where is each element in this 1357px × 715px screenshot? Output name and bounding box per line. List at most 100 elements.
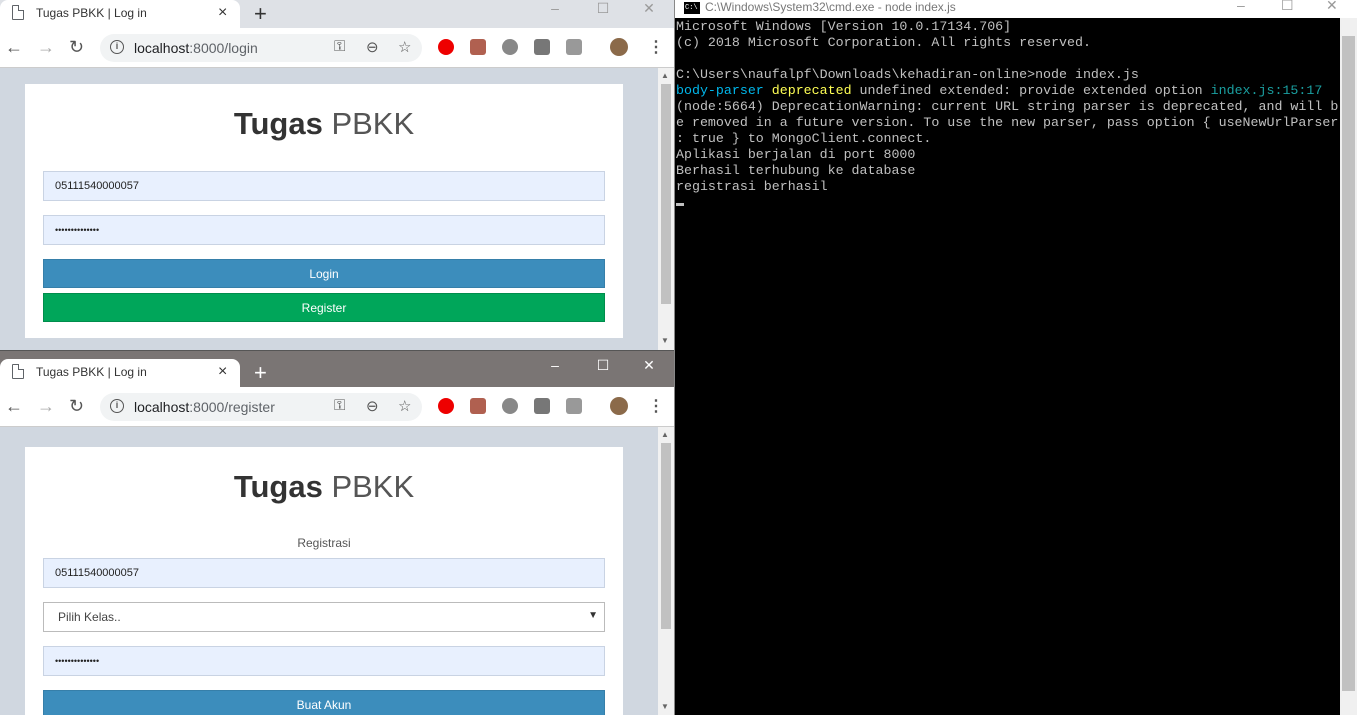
- page-viewport: Tugas PBKK Registrasi 05111540000057 Pil…: [0, 427, 658, 715]
- username-field[interactable]: 05111540000057: [43, 171, 605, 201]
- tab-close-icon[interactable]: ×: [218, 363, 227, 381]
- console-line: Aplikasi berjalan di port 8000: [676, 147, 916, 162]
- scroll-thumb[interactable]: [661, 443, 671, 629]
- tab-strip: Tugas PBKK | Log in × + – ☐ ✕: [0, 0, 674, 28]
- menu-icon[interactable]: ⋮: [648, 37, 664, 57]
- console-line: ​: [676, 51, 1340, 67]
- tab-login[interactable]: Tugas PBKK | Log in ×: [0, 0, 240, 28]
- console-msg: undefined extended: provide extended opt…: [851, 83, 1211, 98]
- opera-extension-icon[interactable]: [438, 398, 454, 414]
- info-icon[interactable]: i: [110, 40, 124, 54]
- address-bar[interactable]: i localhost:8000/login ⚿ ⊖ ☆: [100, 34, 422, 62]
- brand-light: PBKK: [331, 106, 415, 141]
- url-text[interactable]: localhost:8000/login: [134, 40, 258, 56]
- console-line: (node:5664) DeprecationWarning: current …: [676, 99, 1339, 114]
- url-host: localhost: [134, 40, 190, 56]
- pdf-extension-icon[interactable]: [470, 39, 486, 55]
- console-line: Microsoft Windows [Version 10.0.17134.70…: [676, 19, 1012, 34]
- cmd-title: C:\Windows\System32\cmd.exe - node index…: [705, 0, 956, 14]
- cmd-minimize-button[interactable]: –: [1237, 0, 1245, 13]
- cmd-maximize-button[interactable]: ☐: [1281, 0, 1294, 14]
- avatar[interactable]: [610, 397, 628, 415]
- reload-icon[interactable]: ↻: [69, 37, 84, 58]
- page-viewport: Tugas PBKK 05111540000057 ••••••••••••••…: [0, 68, 658, 350]
- key-icon[interactable]: ⚿: [334, 397, 345, 414]
- brand-bold: Tugas: [233, 106, 323, 141]
- page-scrollbar[interactable]: ▲ ▼: [658, 427, 674, 715]
- password-field[interactable]: ••••••••••••••: [43, 646, 605, 676]
- key-icon[interactable]: ⚿: [334, 38, 345, 55]
- settings-extension-icon[interactable]: [502, 39, 518, 55]
- console-line: : true } to MongoClient.connect.: [676, 131, 932, 146]
- minimize-button[interactable]: –: [532, 0, 578, 16]
- login-button[interactable]: Login: [43, 259, 605, 288]
- cmd-window: C:\ C:\Windows\System32\cmd.exe - node i…: [674, 0, 1357, 715]
- maximize-button[interactable]: ☐: [580, 357, 626, 374]
- back-icon[interactable]: ←: [5, 37, 23, 58]
- username-field[interactable]: 05111540000057: [43, 558, 605, 588]
- console-output[interactable]: Microsoft Windows [Version 10.0.17134.70…: [676, 19, 1340, 211]
- zoom-icon[interactable]: ⊖: [366, 38, 379, 56]
- page-icon: [12, 364, 24, 379]
- tab-title: Tugas PBKK | Log in: [36, 365, 147, 379]
- opera-extension-icon[interactable]: [438, 39, 454, 55]
- new-tab-button[interactable]: +: [254, 360, 267, 386]
- back-icon[interactable]: ←: [5, 396, 23, 417]
- class-select-value: Pilih Kelas..: [58, 610, 121, 624]
- info-icon[interactable]: i: [110, 399, 124, 413]
- reload-icon[interactable]: ↻: [69, 396, 84, 417]
- console-line: Berhasil terhubung ke database: [676, 163, 916, 178]
- minimize-button[interactable]: –: [532, 357, 578, 373]
- console-line: (c) 2018 Microsoft Corporation. All righ…: [676, 35, 1091, 50]
- star-icon[interactable]: ☆: [398, 38, 411, 56]
- chat-extension-icon[interactable]: [534, 39, 550, 55]
- url-text[interactable]: localhost:8000/register: [134, 399, 275, 415]
- password-field[interactable]: ••••••••••••••: [43, 215, 605, 245]
- browser-toolbar: ← → ↻ i localhost:8000/register ⚿ ⊖ ☆ ⋮: [0, 387, 674, 427]
- console-line: registrasi berhasil: [676, 179, 828, 194]
- forward-icon[interactable]: →: [37, 396, 55, 417]
- cmd-titlebar: C:\ C:\Windows\System32\cmd.exe - node i…: [675, 0, 1357, 18]
- login-browser-window: Tugas PBKK | Log in × + – ☐ ✕ ← → ↻ i lo…: [0, 0, 674, 350]
- cmd-scrollbar[interactable]: [1340, 18, 1357, 715]
- scroll-up-icon[interactable]: ▲: [661, 430, 669, 439]
- settings-extension-icon[interactable]: [502, 398, 518, 414]
- register-heading: Registrasi: [297, 536, 351, 550]
- brand-bold: Tugas: [233, 469, 323, 504]
- menu-icon[interactable]: ⋮: [648, 396, 664, 416]
- brand-title: Tugas PBKK: [25, 106, 623, 142]
- console-line: body-parser deprecated undefined extende…: [676, 83, 1340, 99]
- maximize-button[interactable]: ☐: [580, 0, 626, 17]
- scroll-thumb[interactable]: [661, 84, 671, 304]
- chevron-down-icon: ▼: [588, 610, 598, 621]
- tab-register[interactable]: Tugas PBKK | Log in ×: [0, 359, 240, 387]
- browser-toolbar: ← → ↻ i localhost:8000/login ⚿ ⊖ ☆ ⋮: [0, 28, 674, 68]
- class-select[interactable]: Pilih Kelas.. ▼: [43, 602, 605, 632]
- cmd-scroll-thumb[interactable]: [1342, 36, 1355, 691]
- console-deprecated: deprecated: [771, 83, 852, 98]
- star-icon[interactable]: ☆: [398, 397, 411, 415]
- page-scrollbar[interactable]: ▲ ▼: [658, 68, 674, 350]
- register-button[interactable]: Register: [43, 293, 605, 322]
- tab-close-icon[interactable]: ×: [218, 4, 227, 22]
- chat-extension-icon[interactable]: [534, 398, 550, 414]
- pdf-extension-icon[interactable]: [470, 398, 486, 414]
- profile-extension-icon[interactable]: [566, 398, 582, 414]
- scroll-down-icon[interactable]: ▼: [661, 336, 669, 345]
- cmd-close-button[interactable]: ✕: [1326, 0, 1338, 14]
- url-path: :8000/register: [189, 399, 275, 415]
- create-account-button[interactable]: Buat Akun: [43, 690, 605, 715]
- window-close-button[interactable]: ✕: [626, 0, 672, 17]
- scroll-down-icon[interactable]: ▼: [661, 702, 669, 711]
- forward-icon[interactable]: →: [37, 37, 55, 58]
- address-bar[interactable]: i localhost:8000/register ⚿ ⊖ ☆: [100, 393, 422, 421]
- avatar[interactable]: [610, 38, 628, 56]
- login-box: Tugas PBKK 05111540000057 ••••••••••••••…: [25, 84, 623, 338]
- scroll-up-icon[interactable]: ▲: [661, 71, 669, 80]
- new-tab-button[interactable]: +: [254, 1, 267, 27]
- url-host: localhost: [134, 399, 190, 415]
- zoom-icon[interactable]: ⊖: [366, 397, 379, 415]
- profile-extension-icon[interactable]: [566, 39, 582, 55]
- window-close-button[interactable]: ✕: [626, 357, 672, 374]
- console-line: C:\Users\naufalpf\Downloads\kehadiran-on…: [676, 67, 1139, 82]
